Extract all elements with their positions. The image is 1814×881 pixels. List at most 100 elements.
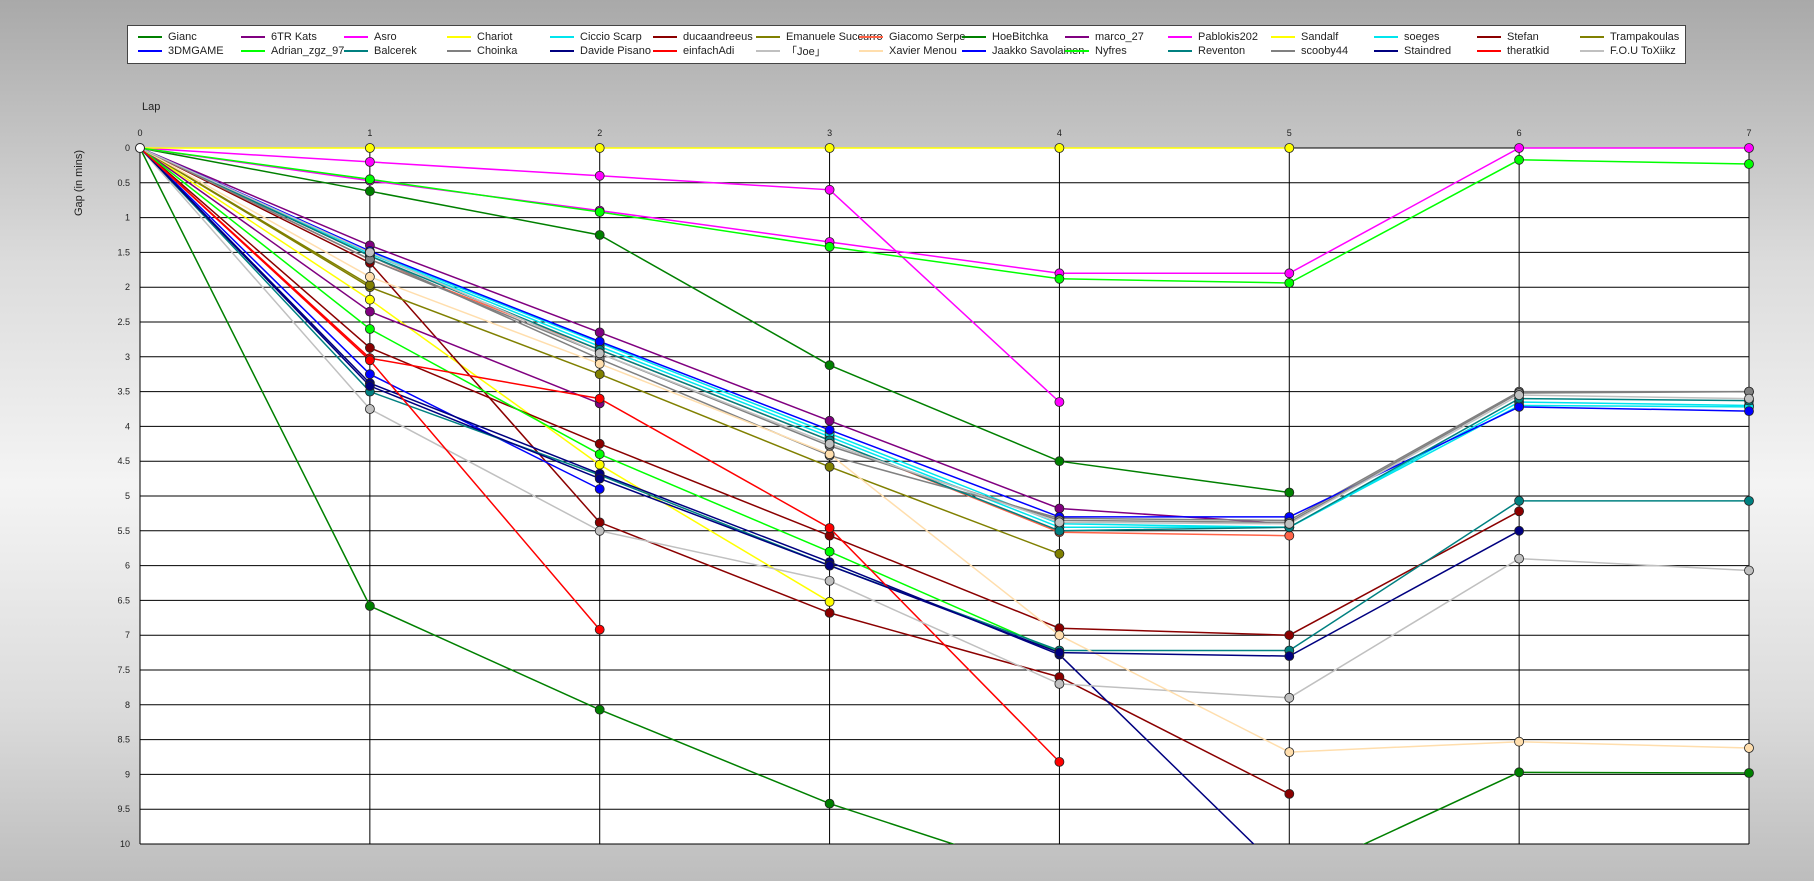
data-point <box>824 360 835 371</box>
y-tick-label: 3 <box>125 352 130 362</box>
data-point <box>1514 525 1524 536</box>
x-tick-label: 3 <box>827 128 832 138</box>
y-tick-label: 5.5 <box>117 526 130 536</box>
x-tick-label: 1 <box>367 128 372 138</box>
data-point <box>1744 768 1754 778</box>
data-point <box>364 324 375 334</box>
data-point <box>1284 278 1295 288</box>
data-point <box>824 596 835 607</box>
data-point <box>594 170 605 181</box>
data-point <box>824 438 835 449</box>
x-axis-label: Lap <box>142 101 160 113</box>
y-tick-label: 7.5 <box>117 665 130 675</box>
data-point <box>1514 401 1524 412</box>
data-point <box>1744 159 1754 169</box>
data-point <box>1284 651 1295 661</box>
data-point <box>594 369 605 380</box>
x-tick-label: 4 <box>1057 128 1062 138</box>
data-point <box>1284 143 1295 153</box>
data-point <box>1514 506 1524 517</box>
data-point <box>1054 456 1065 467</box>
y-tick-label: 2 <box>125 282 130 292</box>
data-point <box>1284 518 1295 529</box>
data-point <box>824 523 835 533</box>
y-tick-label: 6 <box>125 561 130 571</box>
data-point <box>1054 143 1065 153</box>
data-point <box>824 415 835 426</box>
data-point <box>364 306 375 317</box>
data-point <box>824 608 835 618</box>
y-tick-label: 9 <box>125 769 130 779</box>
data-point <box>824 449 835 460</box>
y-tick-label: 0.5 <box>117 178 130 188</box>
data-point <box>1054 397 1065 407</box>
data-point <box>1744 495 1754 506</box>
data-point <box>1514 143 1524 153</box>
data-point <box>1284 268 1295 279</box>
data-point <box>1744 143 1754 153</box>
data-point <box>1284 789 1295 799</box>
data-point <box>594 484 605 494</box>
y-tick-label: 8.5 <box>117 735 130 745</box>
data-point <box>364 247 375 258</box>
data-point <box>594 438 605 449</box>
data-point <box>594 143 605 153</box>
data-point <box>1514 767 1524 778</box>
data-point <box>1054 273 1065 284</box>
data-point <box>1054 525 1065 536</box>
x-tick-label: 2 <box>597 128 602 138</box>
data-point <box>824 546 835 557</box>
data-point <box>364 381 375 391</box>
data-point <box>594 525 605 536</box>
y-tick-label: 4.5 <box>117 456 130 466</box>
data-point <box>824 576 835 586</box>
data-point <box>1514 495 1524 506</box>
data-point <box>1054 630 1065 641</box>
data-point <box>824 560 835 571</box>
data-point <box>824 798 835 809</box>
data-point <box>594 230 605 240</box>
data-point <box>594 449 605 460</box>
data-point <box>824 241 835 252</box>
data-point <box>594 459 605 470</box>
y-tick-label: 9.5 <box>117 804 130 814</box>
data-point <box>1744 743 1754 753</box>
y-tick-label: 10 <box>120 839 130 849</box>
data-point <box>364 404 375 414</box>
y-tick-label: 8 <box>125 700 130 710</box>
data-point <box>1284 692 1295 703</box>
data-point <box>364 601 375 611</box>
data-point <box>364 186 375 197</box>
y-tick-label: 5 <box>125 491 130 501</box>
data-point <box>824 143 835 153</box>
data-point <box>364 342 375 353</box>
x-tick-label: 5 <box>1287 128 1292 138</box>
data-point <box>594 704 605 715</box>
data-point <box>594 473 605 484</box>
data-point <box>1054 757 1065 767</box>
data-point <box>364 174 375 185</box>
y-tick-label: 6.5 <box>117 595 130 605</box>
y-tick-label: 2.5 <box>117 317 130 327</box>
data-point <box>1514 154 1524 165</box>
data-point <box>594 207 605 217</box>
data-point <box>1284 530 1295 541</box>
data-point <box>1744 393 1754 404</box>
y-tick-label: 1 <box>125 213 130 223</box>
y-tick-label: 7 <box>125 630 130 640</box>
data-point <box>1054 548 1065 559</box>
data-point <box>594 517 605 528</box>
y-tick-label: 3.5 <box>117 387 130 397</box>
data-point <box>1744 406 1754 417</box>
data-point <box>594 624 605 635</box>
data-point <box>1744 565 1754 576</box>
data-point <box>1514 736 1524 747</box>
data-point <box>364 143 375 153</box>
data-point <box>135 143 145 153</box>
data-point <box>594 358 605 369</box>
y-tick-label: 1.5 <box>117 247 130 257</box>
data-point <box>1514 390 1524 401</box>
data-point <box>364 280 375 291</box>
data-point <box>824 424 835 435</box>
data-point <box>1054 679 1065 689</box>
